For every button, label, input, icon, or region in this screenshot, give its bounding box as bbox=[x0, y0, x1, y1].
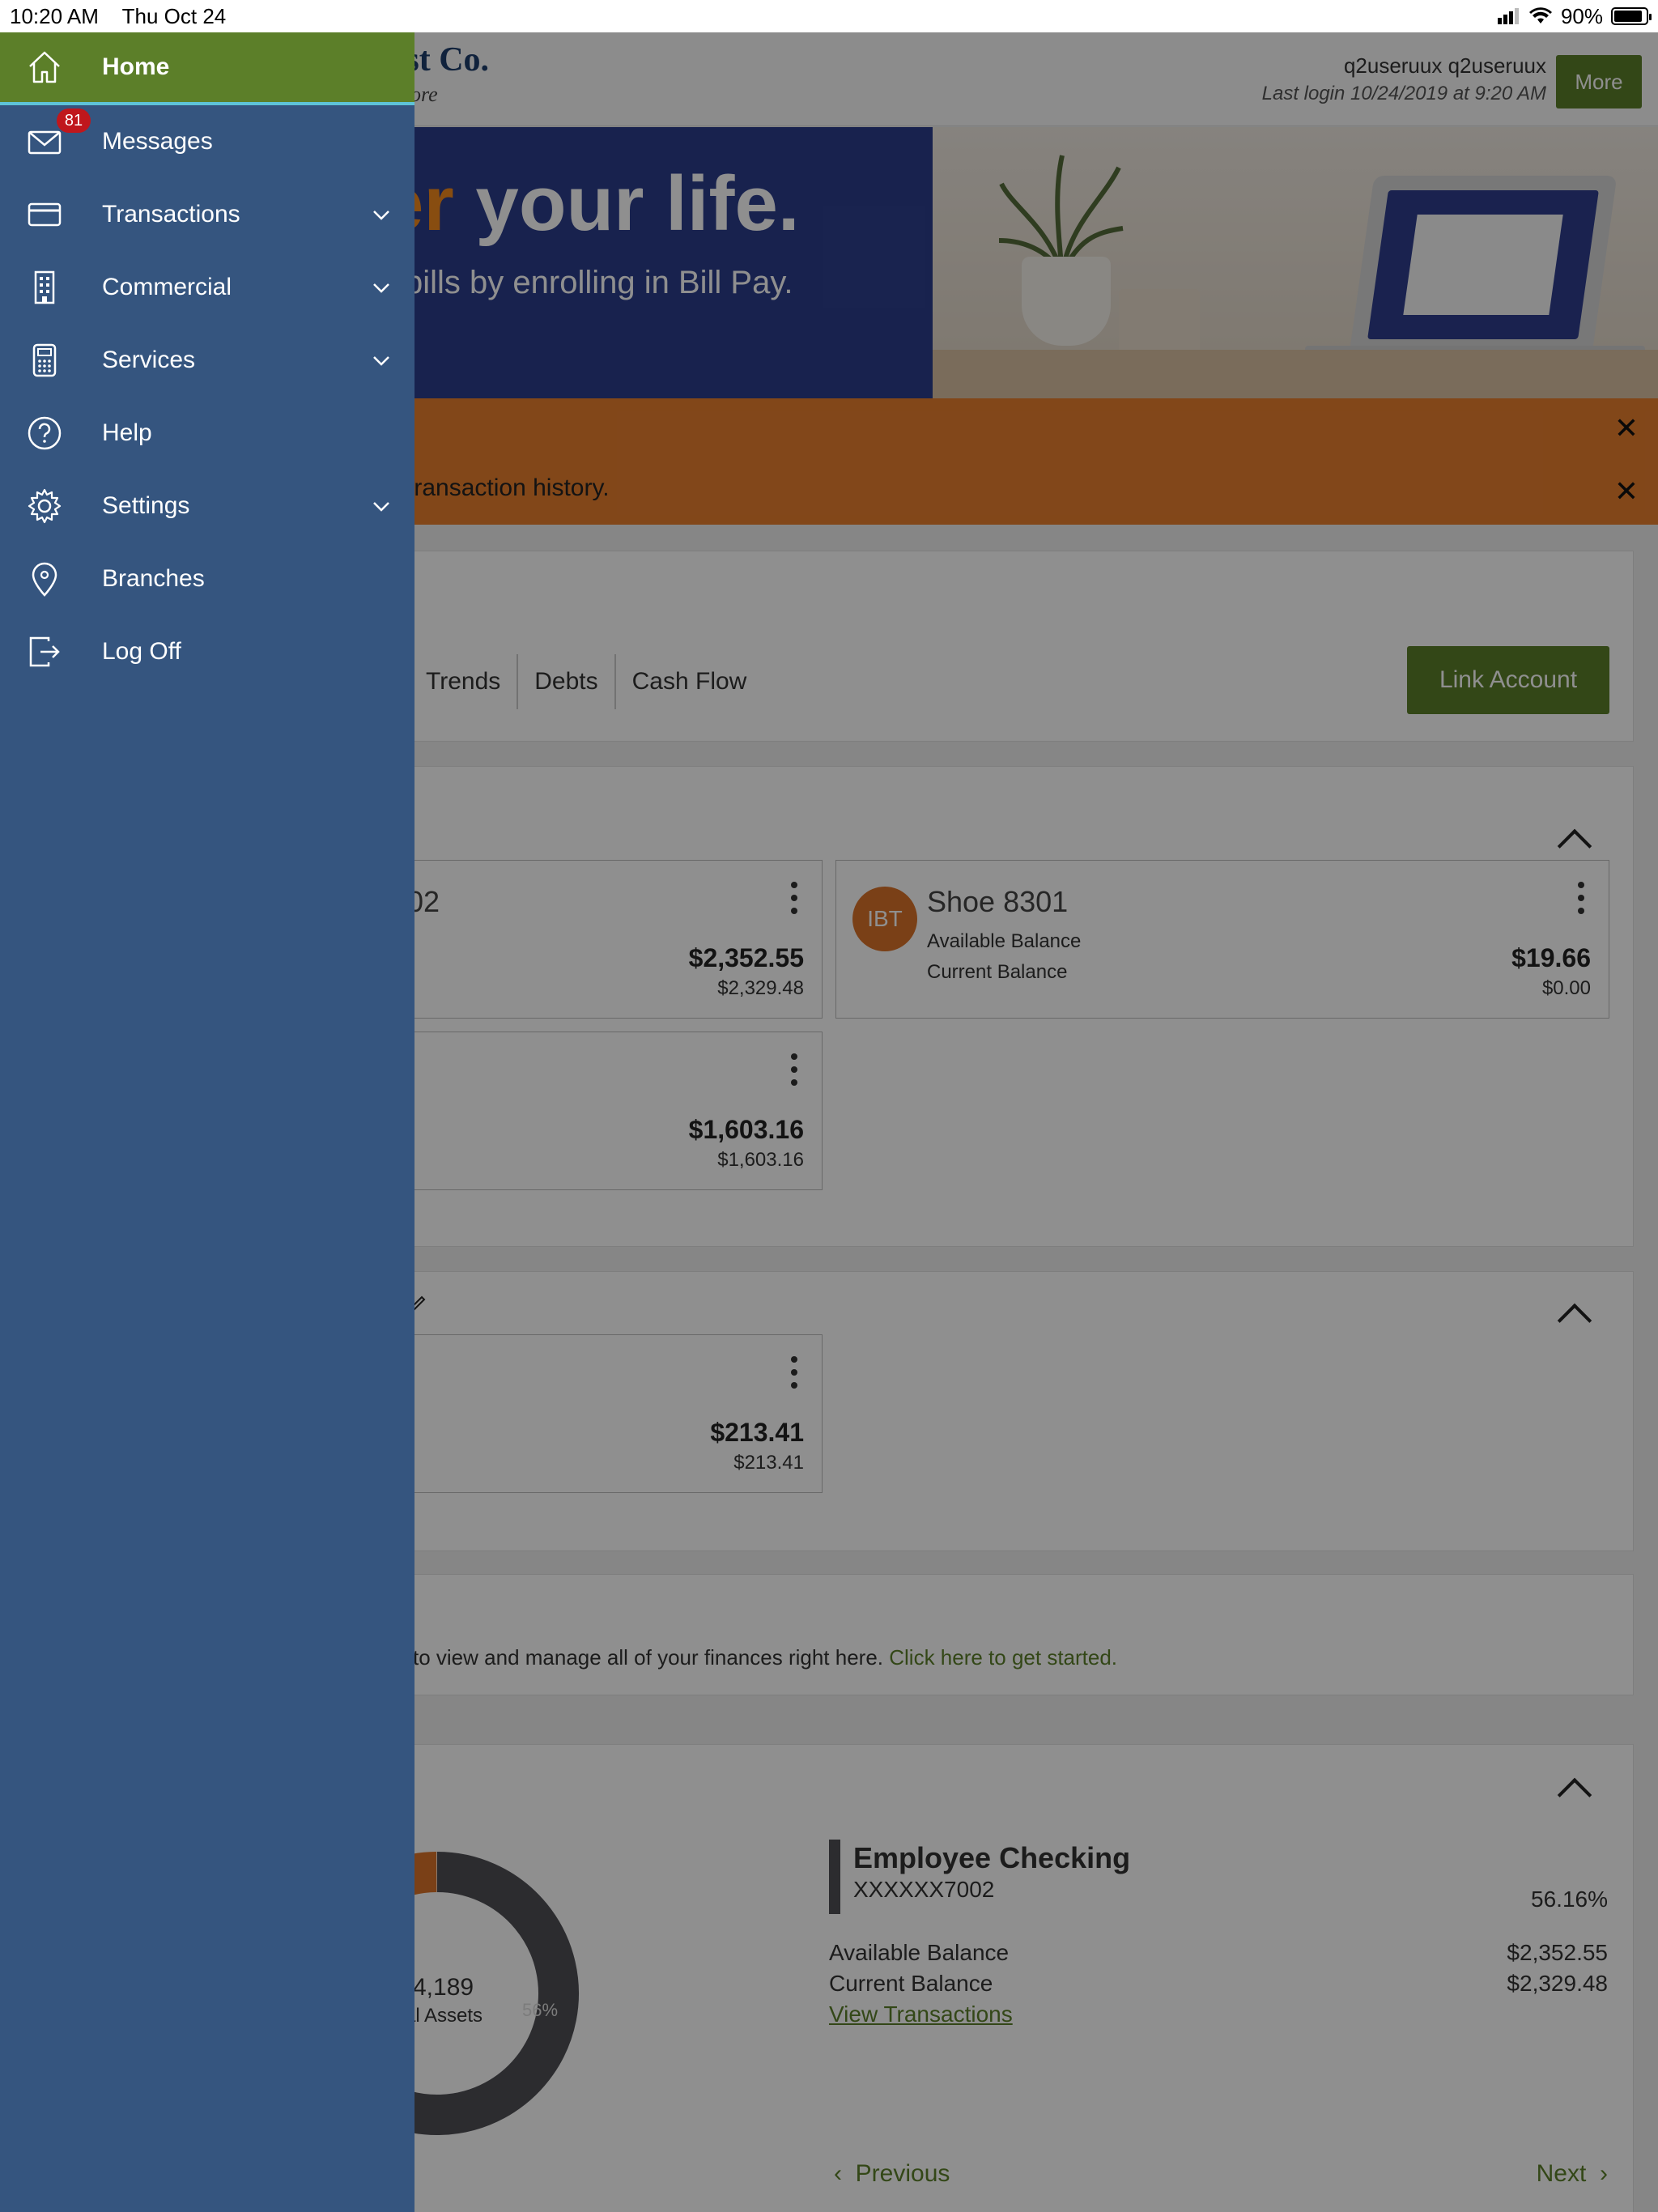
sidebar-item-label: Transactions bbox=[102, 201, 240, 228]
sidebar-item-transactions[interactable]: Transactions bbox=[0, 178, 414, 251]
chevron-down-icon[interactable] bbox=[369, 275, 393, 300]
log-off-icon bbox=[24, 632, 65, 672]
chevron-down-icon[interactable] bbox=[369, 494, 393, 518]
sidebar-item-home[interactable]: Home bbox=[0, 32, 414, 105]
building-icon bbox=[24, 267, 65, 308]
battery-icon bbox=[1611, 7, 1652, 25]
home-icon bbox=[24, 47, 65, 87]
gear-icon bbox=[24, 486, 65, 526]
sidebar-item-help[interactable]: Help bbox=[0, 397, 414, 470]
battery-fill bbox=[1614, 11, 1643, 22]
sidebar-item-log-off[interactable]: Log Off bbox=[0, 615, 414, 688]
sidebar-item-branches[interactable]: Branches bbox=[0, 542, 414, 615]
wifi-icon bbox=[1528, 7, 1552, 23]
sidebar-item-label: Help bbox=[102, 419, 152, 446]
help-icon bbox=[24, 413, 65, 453]
location-pin-icon bbox=[24, 559, 65, 599]
status-time: 10:20 AM bbox=[10, 3, 99, 28]
sidebar-item-label: Home bbox=[102, 53, 170, 80]
sidebar-item-settings[interactable]: Settings bbox=[0, 470, 414, 542]
sidebar-item-services[interactable]: Services bbox=[0, 324, 414, 397]
sidebar-item-label: Branches bbox=[102, 565, 205, 592]
sidebar-item-label: Messages bbox=[102, 128, 213, 155]
sidebar-item-commercial[interactable]: Commercial bbox=[0, 251, 414, 324]
navigation-drawer: Home 81 Messages Transactions Commercial… bbox=[0, 32, 414, 2212]
sidebar-item-label: Services bbox=[102, 347, 196, 373]
chevron-down-icon[interactable] bbox=[369, 202, 393, 227]
chevron-down-icon[interactable] bbox=[369, 348, 393, 372]
status-bar: 10:20 AM Thu Oct 24 90% bbox=[0, 0, 1658, 32]
sidebar-item-messages[interactable]: 81 Messages bbox=[0, 105, 414, 178]
sidebar-item-label: Log Off bbox=[102, 638, 181, 665]
unread-badge: 81 bbox=[57, 108, 91, 133]
battery-percent: 90% bbox=[1560, 3, 1603, 28]
signal-icon bbox=[1497, 8, 1519, 24]
sidebar-item-label: Commercial bbox=[102, 274, 232, 300]
status-date: Thu Oct 24 bbox=[121, 3, 227, 28]
card-icon bbox=[24, 194, 65, 235]
sidebar-item-label: Settings bbox=[102, 492, 190, 519]
calculator-icon bbox=[24, 340, 65, 381]
